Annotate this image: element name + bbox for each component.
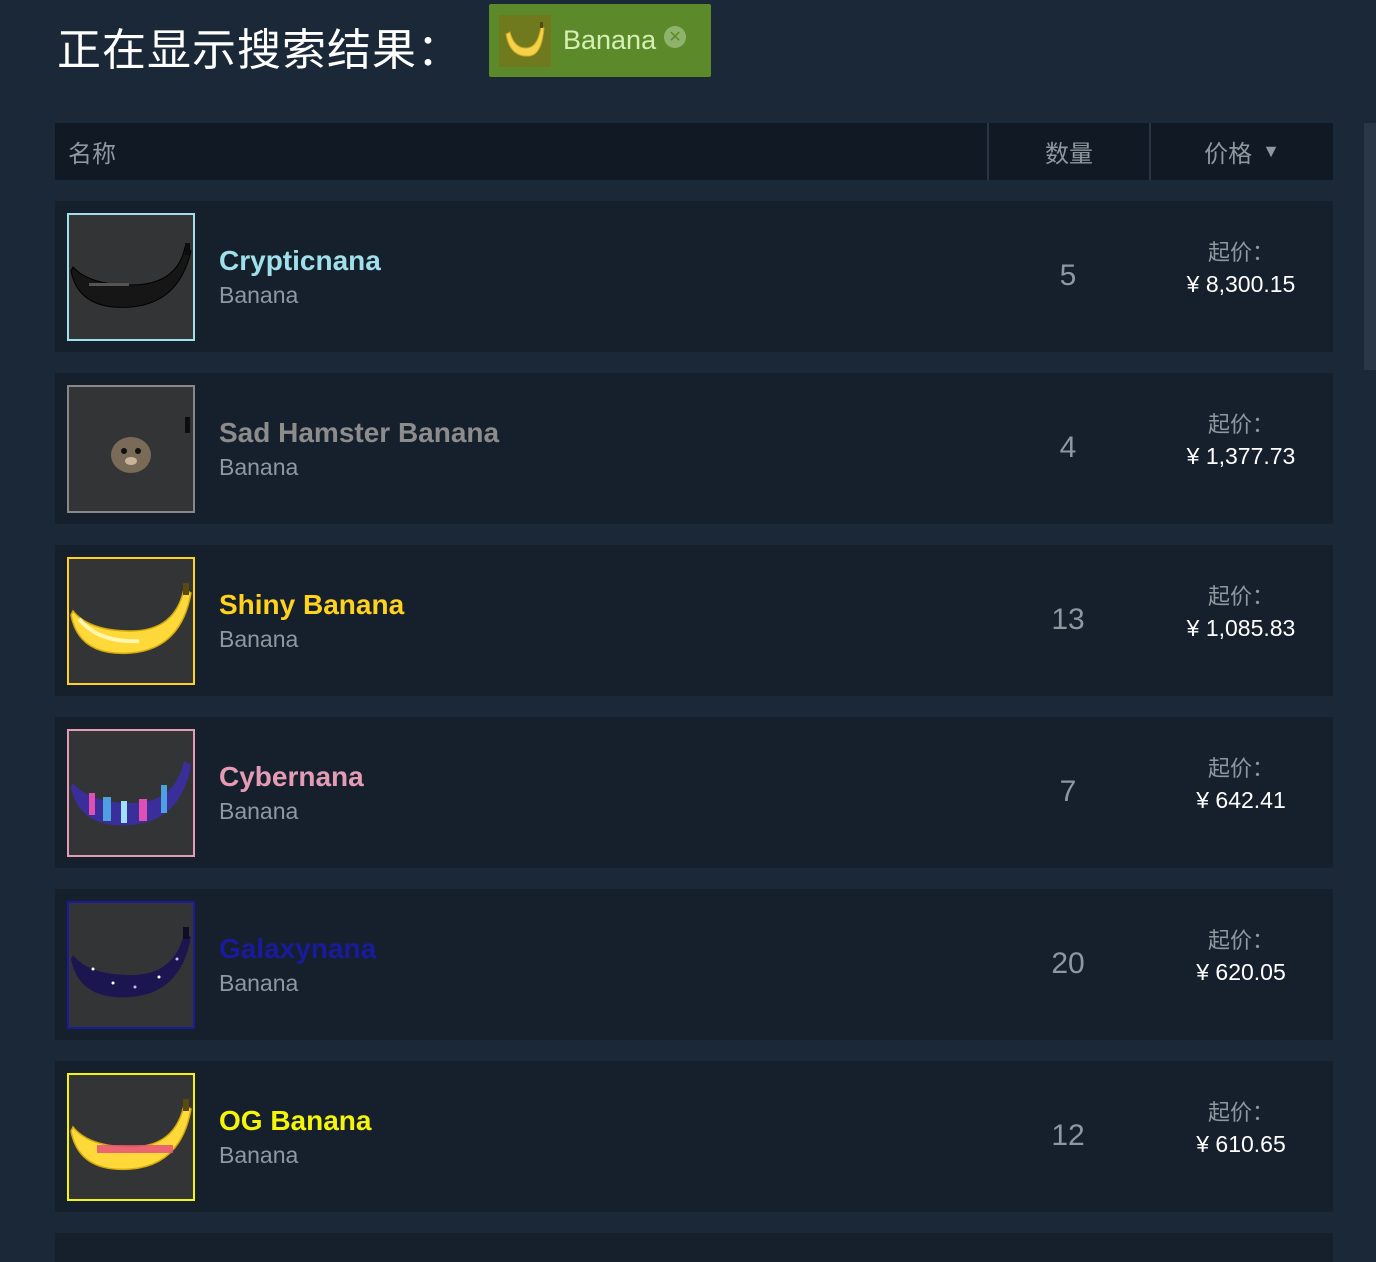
price-block: 起价： ¥ 620.05 (1149, 923, 1333, 986)
galaxy-banana-icon (71, 927, 191, 998)
column-header-price[interactable]: 价格 ▼ (1149, 123, 1333, 180)
item-game: Banana (219, 970, 299, 996)
price-block: 起价： ¥ 8,300.15 (1149, 235, 1333, 298)
price-value: ¥ 1,377.73 (1186, 443, 1296, 469)
price-value: ¥ 610.65 (1196, 1131, 1286, 1157)
item-game: Banana (219, 282, 299, 308)
market-search-page: 正在显示搜索结果： Banana ✕ 名称 数量 价格 ▼ Crypticnan… (0, 0, 1376, 1262)
column-header-quantity-label: 数量 (1045, 141, 1093, 168)
item-game: Banana (219, 798, 299, 824)
scrollbar-thumb[interactable] (1364, 123, 1376, 370)
item-quantity: 4 (1059, 431, 1077, 464)
item-thumbnail (67, 557, 195, 685)
item-game: Banana (219, 1142, 299, 1168)
column-header-quantity[interactable]: 数量 (987, 123, 1149, 180)
price-label: 起价： (1207, 928, 1274, 953)
item-name[interactable]: Cybernana (219, 761, 364, 793)
price-value: ¥ 642.41 (1196, 787, 1286, 813)
listing-row[interactable]: Crypticnana Banana 5 起价： ¥ 8,300.15 (55, 201, 1333, 352)
results-heading: 正在显示搜索结果： (57, 25, 462, 76)
column-header-price-label: 价格 (1204, 141, 1253, 168)
price-label: 起价： (1207, 240, 1274, 265)
listing-row[interactable] (55, 1233, 1333, 1262)
column-header-name: 名称 (68, 141, 116, 168)
item-game: Banana (219, 454, 299, 480)
item-thumbnail (67, 1073, 195, 1201)
item-name[interactable]: Galaxynana (219, 933, 376, 965)
price-block: 起价： ¥ 642.41 (1149, 751, 1333, 814)
og-banana-icon (70, 1099, 192, 1171)
listing-row[interactable]: Shiny Banana Banana 13 起价： ¥ 1,085.83 (55, 545, 1333, 696)
item-name[interactable]: Shiny Banana (219, 589, 404, 621)
item-thumbnail (67, 729, 195, 857)
black-banana-icon (70, 243, 192, 308)
price-label: 起价： (1207, 584, 1274, 609)
shiny-banana-icon (70, 583, 192, 655)
item-name[interactable]: Sad Hamster Banana (219, 417, 499, 449)
item-quantity: 20 (1051, 947, 1085, 980)
item-name[interactable]: Crypticnana (219, 245, 381, 277)
item-name[interactable]: OG Banana (219, 1105, 371, 1137)
item-game: Banana (219, 626, 299, 652)
item-quantity: 13 (1051, 603, 1085, 636)
banana-icon (499, 14, 551, 67)
item-thumbnail (67, 213, 195, 341)
item-thumbnail (67, 901, 195, 1029)
price-label: 起价： (1207, 1100, 1274, 1125)
table-header: 名称 数量 价格 ▼ (55, 123, 1333, 180)
listing-row[interactable]: Sad Hamster Banana Banana 4 起价： ¥ 1,377.… (55, 373, 1333, 524)
price-label: 起价： (1207, 756, 1274, 781)
price-block: 起价： ¥ 610.65 (1149, 1095, 1333, 1158)
item-quantity: 12 (1051, 1119, 1085, 1152)
item-thumbnail (67, 385, 195, 513)
price-value: ¥ 8,300.15 (1186, 271, 1296, 297)
item-quantity: 7 (1059, 775, 1077, 808)
listing-row[interactable]: Galaxynana Banana 20 起价： ¥ 620.05 (55, 889, 1333, 1040)
listing-row[interactable]: Cybernana Banana 7 起价： ¥ 642.41 (55, 717, 1333, 868)
price-value: ¥ 620.05 (1196, 959, 1286, 985)
price-block: 起价： ¥ 1,085.83 (1149, 579, 1333, 642)
price-label: 起价： (1207, 412, 1274, 437)
cyber-banana-icon (71, 761, 191, 826)
filter-chip-banana[interactable]: Banana ✕ (489, 4, 711, 77)
sort-desc-icon: ▼ (1262, 141, 1280, 161)
price-value: ¥ 1,085.83 (1186, 615, 1296, 641)
price-block: 起价： ¥ 1,377.73 (1149, 407, 1333, 470)
close-circle-icon[interactable]: ✕ (664, 25, 687, 48)
filter-chip-label: Banana (563, 25, 657, 55)
item-quantity: 5 (1059, 259, 1077, 292)
listing-row[interactable]: OG Banana Banana 12 起价： ¥ 610.65 (55, 1061, 1333, 1212)
hamster-banana-icon (111, 417, 190, 473)
